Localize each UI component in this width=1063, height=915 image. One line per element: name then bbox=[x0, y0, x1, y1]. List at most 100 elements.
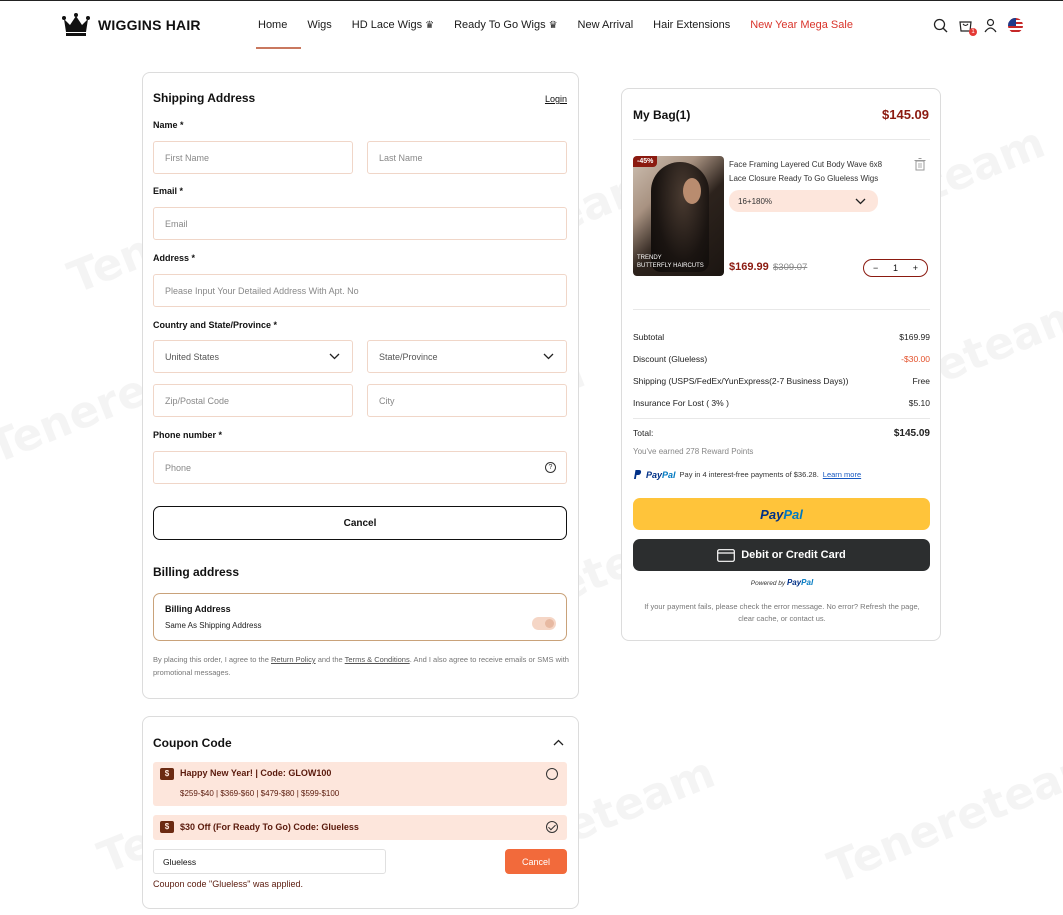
credit-card-icon bbox=[717, 548, 736, 562]
discount-badge: -45% bbox=[633, 156, 658, 167]
crown-icon: ♛ bbox=[425, 19, 435, 31]
nav-ready-to-go-wigs[interactable]: Ready To Go Wigs ♛ bbox=[454, 1, 557, 49]
coupon-title: Coupon Code bbox=[153, 736, 232, 750]
billing-same-as-shipping[interactable]: Billing Address Same As Shipping Address bbox=[153, 593, 567, 641]
powered-by-text: Powered by bbox=[750, 580, 786, 587]
face-illustration bbox=[683, 178, 701, 204]
email-label: Email * bbox=[153, 186, 184, 196]
nav-hair-extensions[interactable]: Hair Extensions bbox=[653, 1, 730, 49]
billing-toggle[interactable] bbox=[532, 617, 556, 630]
divider bbox=[633, 309, 930, 310]
paypal-wordmark: PayPal bbox=[646, 470, 676, 480]
summary-label: Shipping (USPS/FedEx/YunExpress(2-7 Busi… bbox=[633, 376, 849, 386]
coupon-radio-checked[interactable] bbox=[546, 821, 558, 833]
paypal-paylater-line: PayPal Pay in 4 interest-free payments o… bbox=[633, 469, 861, 480]
coupon-option-glueless[interactable]: $ $30 Off (For Ready To Go) Code: Gluele… bbox=[153, 815, 567, 840]
summary-value: $5.10 bbox=[908, 398, 930, 408]
paypal-pal: Pal bbox=[801, 578, 814, 587]
zip-input[interactable]: Zip/Postal Code bbox=[153, 384, 353, 417]
debit-credit-card-button[interactable]: Debit or Credit Card bbox=[633, 539, 930, 571]
account-icon[interactable] bbox=[983, 18, 998, 33]
nav-label: Wigs bbox=[307, 19, 332, 31]
product-name[interactable]: Face Framing Layered Cut Body Wave 6x8 L… bbox=[729, 158, 889, 186]
nav-wigs[interactable]: Wigs bbox=[307, 1, 331, 49]
chevron-up-icon[interactable] bbox=[553, 739, 564, 746]
payment-fail-note: If your payment fails, please check the … bbox=[644, 602, 920, 623]
coupon-cancel-button[interactable]: Cancel bbox=[505, 849, 567, 874]
nav-label: New Year Mega Sale bbox=[750, 19, 853, 31]
nav-new-year-sale[interactable]: New Year Mega Sale bbox=[750, 1, 853, 49]
brand-logo[interactable]: WIGGINS HAIR bbox=[62, 13, 201, 37]
terms-conditions-link[interactable]: Terms & Conditions bbox=[345, 655, 410, 664]
login-link[interactable]: Login bbox=[545, 94, 567, 104]
chevron-down-icon bbox=[855, 198, 866, 204]
shipping-cancel-button[interactable]: Cancel bbox=[153, 506, 567, 540]
shipping-address-panel: Shipping Address Login Name * First Name… bbox=[142, 72, 579, 699]
nav-hd-lace-wigs[interactable]: HD Lace Wigs ♛ bbox=[352, 1, 434, 49]
terms-text: By placing this order, I agree to the Re… bbox=[153, 653, 573, 679]
paypal-pal: Pal bbox=[783, 506, 803, 522]
country-value: United States bbox=[165, 351, 220, 362]
phone-input[interactable]: Phone ? bbox=[153, 451, 567, 484]
plus-button[interactable]: + bbox=[913, 263, 918, 273]
reward-points: You've earned 278 Reward Points bbox=[633, 447, 754, 456]
summary-value: -$30.00 bbox=[901, 354, 930, 364]
coupon-option-title: Happy New Year! | Code: GLOW100 bbox=[180, 768, 332, 778]
my-bag-panel: My Bag(1) $145.09 -45% TRENDY BUTTERFLY … bbox=[621, 88, 941, 641]
state-value: State/Province bbox=[379, 351, 438, 362]
billing-box-sub: Same As Shipping Address bbox=[165, 621, 262, 630]
country-state-label: Country and State/Province * bbox=[153, 320, 278, 330]
paypal-pay: Pay bbox=[760, 506, 784, 522]
nav-home[interactable]: Home bbox=[255, 1, 302, 49]
total-label: Total: bbox=[633, 428, 654, 438]
city-input[interactable]: City bbox=[367, 384, 567, 417]
email-input[interactable]: Email bbox=[153, 207, 567, 240]
billing-box-title: Billing Address bbox=[165, 604, 231, 614]
trash-icon[interactable] bbox=[914, 158, 926, 171]
chevron-down-icon bbox=[543, 353, 554, 360]
nav-new-arrival[interactable]: New Arrival bbox=[578, 1, 634, 49]
bag-title: My Bag(1) bbox=[633, 108, 691, 122]
coupon-code-input[interactable]: Glueless bbox=[153, 849, 386, 874]
coupon-ticket-icon: $ bbox=[160, 768, 174, 780]
thumb-caption-line: TRENDY bbox=[637, 255, 662, 261]
bag-total: $145.09 bbox=[882, 107, 929, 122]
coupon-radio[interactable] bbox=[546, 768, 558, 780]
coupon-panel: Coupon Code $ Happy New Year! | Code: GL… bbox=[142, 716, 579, 909]
paypal-pal: Pal bbox=[662, 469, 676, 480]
last-name-input[interactable]: Last Name bbox=[367, 141, 567, 174]
us-flag-icon[interactable] bbox=[1008, 18, 1023, 33]
return-policy-link[interactable]: Return Policy bbox=[271, 655, 316, 664]
cart-count-badge: 1 bbox=[969, 28, 977, 36]
summary-subtotal: Subtotal $169.99 bbox=[633, 332, 930, 342]
address-input[interactable]: Please Input Your Detailed Address With … bbox=[153, 274, 567, 307]
total-value: $145.09 bbox=[893, 428, 930, 439]
minus-button[interactable]: − bbox=[873, 263, 878, 273]
address-label: Address * bbox=[153, 253, 196, 263]
state-select[interactable]: State/Province bbox=[367, 340, 567, 373]
thumb-caption: TRENDY BUTTERFLY HAIRCUTS bbox=[637, 254, 704, 270]
coupon-ticket-icon: $ bbox=[160, 821, 174, 833]
quantity-value: 1 bbox=[892, 263, 898, 273]
summary-value: Free bbox=[912, 376, 930, 386]
paypal-pay: Pay bbox=[646, 469, 663, 480]
chevron-down-icon bbox=[329, 353, 340, 360]
learn-more-link[interactable]: Learn more bbox=[823, 470, 861, 479]
product-image[interactable]: -45% TRENDY BUTTERFLY HAIRCUTS bbox=[633, 156, 724, 276]
variant-select[interactable]: 16+180% bbox=[729, 190, 878, 212]
nav-label: New Arrival bbox=[577, 19, 634, 31]
country-select[interactable]: United States bbox=[153, 340, 353, 373]
paypal-button[interactable]: Pay Pal bbox=[633, 498, 930, 530]
product-old-price: $309.07 bbox=[773, 262, 808, 273]
coupon-option-title: $30 Off (For Ready To Go) Code: Glueless bbox=[180, 822, 359, 832]
coupon-option-tiers: $259-$40 | $369-$60 | $479-$80 | $599-$1… bbox=[180, 789, 340, 798]
coupon-option-glow100[interactable]: $ Happy New Year! | Code: GLOW100 $259-$… bbox=[153, 762, 567, 806]
first-name-input[interactable]: First Name bbox=[153, 141, 353, 174]
search-icon[interactable] bbox=[933, 18, 948, 33]
nav-label: Ready To Go Wigs bbox=[454, 19, 546, 31]
paypal-icon bbox=[634, 470, 642, 479]
product-price: $169.99 bbox=[729, 261, 769, 273]
cart-icon[interactable]: 1 bbox=[958, 18, 977, 36]
summary-total: Total: $145.09 bbox=[633, 428, 930, 439]
help-icon[interactable]: ? bbox=[545, 462, 556, 473]
